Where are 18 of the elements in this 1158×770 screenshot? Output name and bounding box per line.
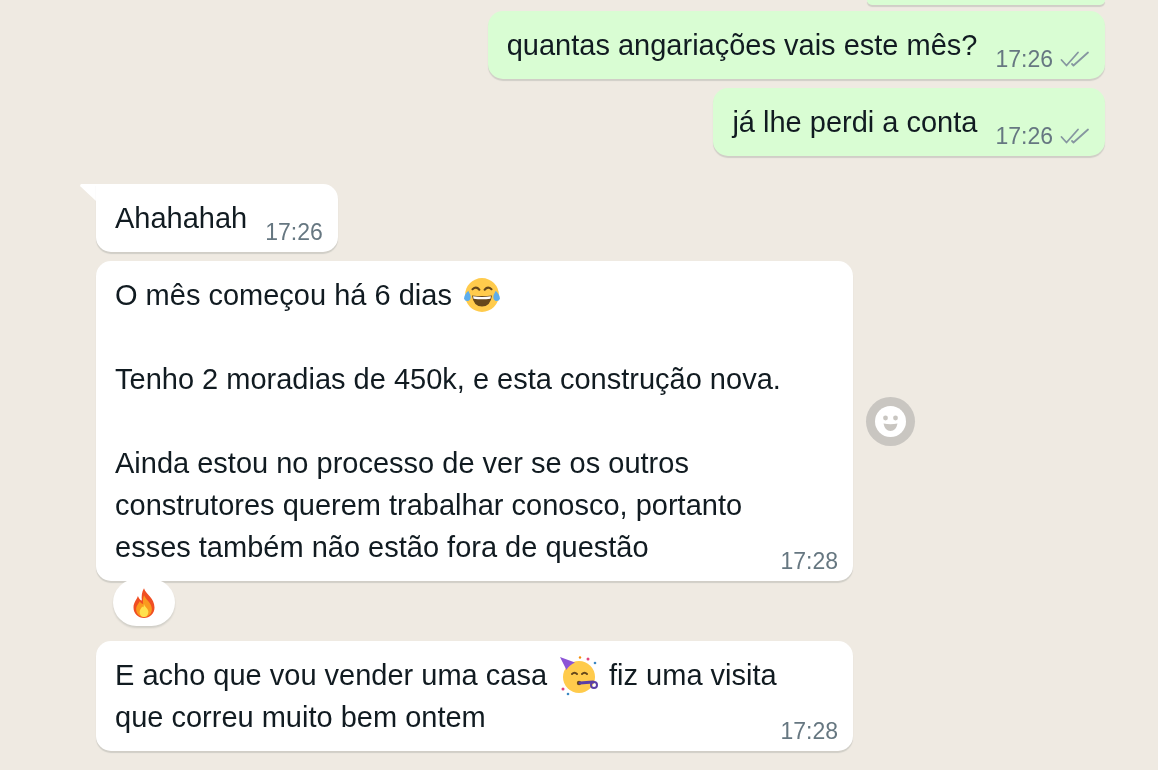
message-text: já lhe perdi a conta: [732, 105, 978, 140]
message-text: Tenho 2 moradias de 450k, e esta construção nova.: [115, 362, 781, 397]
message-time: 17:26: [265, 221, 323, 244]
message-time: 17:26: [995, 125, 1053, 148]
message-time: 17:28: [780, 550, 838, 573]
message-time: 17:26: [995, 48, 1053, 71]
smiley-icon: [875, 405, 906, 437]
message-text: construtores querem trabalhar conosco, portanto: [115, 488, 743, 523]
message-text: Ahahahah: [115, 201, 248, 236]
message-text: fiz uma visita: [609, 658, 777, 693]
message-time: 17:28: [780, 720, 838, 743]
message-text: quantas angariações vais este mês?: [506, 28, 978, 63]
message-text: esses também não estão fora de questão: [115, 530, 649, 565]
reaction-pill[interactable]: [113, 579, 175, 626]
message-text: E acho que vou vender uma casa: [115, 658, 548, 693]
message-text: O mês começou há 6 dias: [115, 278, 452, 313]
message-text: que correu muito bem ontem: [115, 700, 486, 735]
message-text: Ainda estou no processo de ver se os outros: [115, 446, 689, 481]
